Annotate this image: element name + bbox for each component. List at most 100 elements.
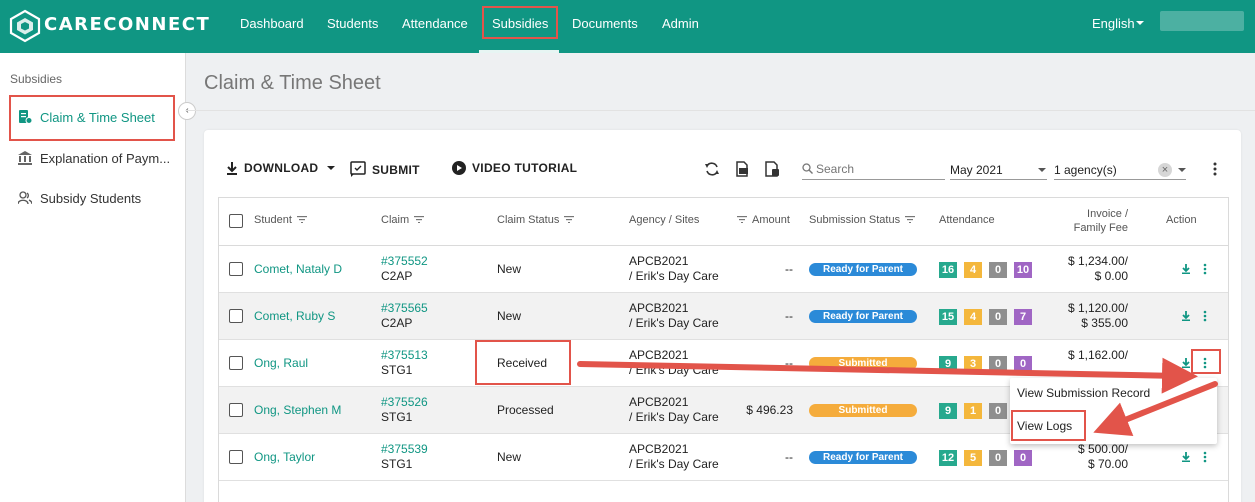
row-checkbox[interactable] — [229, 309, 243, 323]
submit-icon — [350, 161, 366, 177]
row-checkbox[interactable] — [229, 262, 243, 276]
search-input[interactable] — [802, 162, 932, 176]
select-all-checkbox[interactable] — [229, 214, 243, 228]
invoice-cell: $ 1,162.00/ — [1067, 348, 1128, 362]
divider — [186, 110, 1255, 111]
claim-code: STG1 — [381, 363, 413, 377]
brand-name[interactable]: CARECONNECT — [44, 14, 210, 35]
download-icon[interactable] — [1181, 452, 1191, 462]
chevron-down-icon[interactable] — [1136, 21, 1144, 25]
page-title: Claim & Time Sheet — [204, 72, 381, 94]
menu-view-submission-record[interactable]: View Submission Record — [1017, 386, 1150, 400]
table-row: Comet, Ruby S #375565 C2AP New APCB2021/ … — [219, 293, 1228, 340]
status-badge: Ready for Parent — [809, 310, 917, 323]
claim-id-link[interactable]: #375513 — [381, 348, 428, 362]
sort-filter-icon[interactable] — [414, 216, 425, 223]
claim-id-link[interactable]: #375565 — [381, 301, 428, 315]
attendance-present: 15 — [939, 309, 957, 325]
claim-cell: #375513 STG1 — [381, 348, 428, 378]
attendance-absent: 0 — [989, 262, 1007, 278]
claim-cell: #375539 STG1 — [381, 442, 428, 472]
submit-label: SUBMIT — [372, 163, 420, 177]
row-checkbox[interactable] — [229, 356, 243, 370]
export-file-icon[interactable] — [764, 161, 780, 177]
attendance-partial: 4 — [964, 262, 982, 278]
table-row: Comet, Nataly D #375552 C2AP New APCB2021… — [219, 246, 1228, 293]
claim-id-link[interactable]: #375539 — [381, 442, 428, 456]
attendance-other: 0 — [1014, 356, 1032, 372]
attendance-partial: 4 — [964, 309, 982, 325]
sidebar-item-subsidy-students[interactable]: Subsidy Students — [18, 191, 141, 206]
sort-filter-icon[interactable] — [737, 216, 747, 223]
attendance-present: 9 — [939, 403, 957, 419]
sort-filter-icon[interactable] — [296, 216, 307, 223]
nav-students[interactable]: Students — [327, 16, 378, 31]
agency-cell: APCB2021/ Erik's Day Care — [629, 301, 719, 330]
claim-status: New — [497, 262, 522, 276]
more-vertical-icon[interactable] — [1203, 451, 1207, 463]
student-name-link[interactable]: Ong, Raul — [254, 356, 308, 371]
row-checkbox[interactable] — [229, 403, 243, 417]
nav-dashboard[interactable]: Dashboard — [240, 16, 304, 31]
sidebar-item-claim-time-sheet[interactable]: Claim & Time Sheet — [18, 110, 155, 125]
amount: -- — [785, 262, 793, 276]
invoice-cell: $ 500.00/$ 70.00 — [1077, 442, 1128, 471]
month-select[interactable]: May 2021 — [950, 160, 1047, 180]
nav-subsidies[interactable]: Subsidies — [492, 16, 548, 31]
export-pdf-icon[interactable] — [734, 161, 750, 177]
search-field[interactable] — [802, 160, 945, 180]
claim-status: Received — [497, 356, 548, 370]
download-button[interactable]: DOWNLOAD — [226, 161, 336, 175]
claim-cell: #375526 STG1 — [381, 395, 428, 425]
nav-attendance[interactable]: Attendance — [402, 16, 468, 31]
header-agency-sites: Agency / Sites — [629, 214, 700, 226]
status-badge: Ready for Parent — [809, 451, 917, 464]
sort-filter-icon[interactable] — [564, 216, 575, 223]
student-name-link[interactable]: Ong, Stephen M — [254, 403, 341, 418]
collapse-sidebar-chevron-left-icon[interactable]: ‹ — [178, 102, 196, 120]
claim-id-link[interactable]: #375526 — [381, 395, 428, 409]
more-vertical-icon[interactable] — [1203, 263, 1207, 275]
header-student[interactable]: Student — [254, 214, 307, 226]
download-icon[interactable] — [1181, 311, 1191, 321]
claim-id-link[interactable]: #375552 — [381, 254, 428, 268]
download-icon[interactable] — [1181, 358, 1191, 368]
student-name-link[interactable]: Ong, Taylor — [254, 450, 315, 465]
submit-button[interactable]: SUBMIT — [350, 161, 420, 177]
sidebar: Subsidies Claim & Time Sheet Explanation… — [0, 53, 186, 502]
agency-cell: APCB2021/ Erik's Day Care — [629, 395, 719, 424]
nav-admin[interactable]: Admin — [662, 16, 699, 31]
careconnect-logo-icon[interactable] — [8, 9, 42, 43]
download-icon[interactable] — [1181, 264, 1191, 274]
user-menu[interactable] — [1160, 11, 1244, 31]
amount: -- — [785, 309, 793, 323]
header-amount[interactable]: Amount — [737, 214, 790, 226]
sidebar-item-explanation-of-payment[interactable]: Explanation of Paym... — [18, 151, 170, 166]
sort-filter-icon[interactable] — [905, 216, 916, 223]
chevron-down-icon — [1038, 168, 1046, 172]
agency-cell: APCB2021/ Erik's Day Care — [629, 254, 719, 283]
student-name-link[interactable]: Comet, Ruby S — [254, 309, 335, 324]
attendance-absent: 0 — [989, 403, 1007, 419]
agency-cell: APCB2021/ Erik's Day Care — [629, 348, 719, 377]
attendance-other: 10 — [1014, 262, 1032, 278]
refresh-icon[interactable] — [704, 161, 720, 177]
claim-status: Processed — [497, 403, 554, 417]
row-checkbox[interactable] — [229, 450, 243, 464]
video-tutorial-button[interactable]: VIDEO TUTORIAL — [452, 161, 577, 175]
menu-view-logs[interactable]: View Logs — [1017, 419, 1072, 433]
video-tutorial-label: VIDEO TUTORIAL — [472, 161, 578, 175]
sidebar-item-label: Subsidy Students — [40, 191, 142, 206]
header-claim-status[interactable]: Claim Status — [497, 214, 575, 226]
clear-icon[interactable]: × — [1158, 163, 1172, 177]
header-submission-status[interactable]: Submission Status — [809, 214, 916, 226]
amount: $ 496.23 — [746, 403, 793, 417]
header-claim[interactable]: Claim — [381, 214, 425, 226]
student-name-link[interactable]: Comet, Nataly D — [254, 262, 342, 277]
attendance-partial: 3 — [964, 356, 982, 372]
language-selector[interactable]: English — [1092, 16, 1135, 31]
nav-documents[interactable]: Documents — [572, 16, 638, 31]
more-vertical-icon[interactable] — [1203, 310, 1207, 322]
more-vertical-icon[interactable] — [1203, 357, 1207, 369]
more-vertical-icon[interactable] — [1213, 162, 1217, 176]
